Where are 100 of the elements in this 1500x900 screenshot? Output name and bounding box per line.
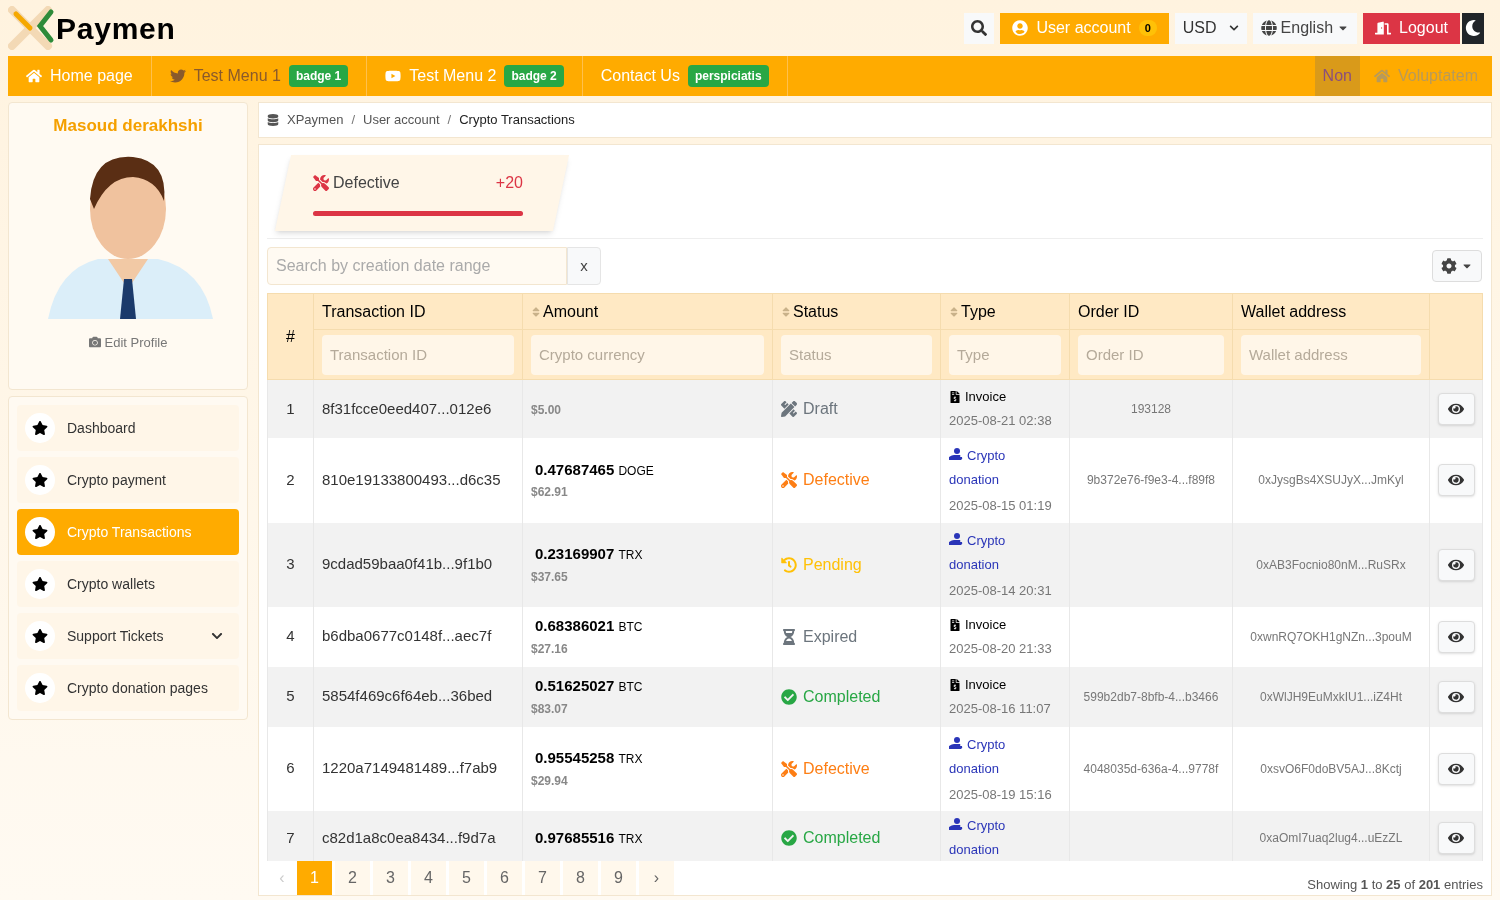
eye-icon xyxy=(1448,830,1464,846)
clear-button[interactable]: x xyxy=(567,247,601,285)
currency-select[interactable]: USD xyxy=(1174,12,1247,44)
table-cell: 0xWlJH9EuMxkIU1...iZ4Ht xyxy=(1260,689,1402,704)
table-cell: 0xJysgBs4XSUJyX...JmKyl xyxy=(1258,473,1404,487)
user-account-button[interactable]: User account 0 xyxy=(1000,12,1169,44)
door-icon xyxy=(1375,20,1392,36)
nav-link[interactable]: Contact Us perspiciatis xyxy=(582,56,788,96)
column-header: Transaction ID xyxy=(313,293,523,330)
breadcrumb-current: Crypto Transactions xyxy=(459,111,575,130)
date-text: 2025-08-19 15:16 xyxy=(949,785,1053,804)
filter-field[interactable]: Crypto currency xyxy=(531,334,764,375)
sidebar-item[interactable]: Crypto wallets xyxy=(17,561,239,607)
column-header[interactable]: Status xyxy=(772,293,941,330)
view-button[interactable] xyxy=(1437,392,1475,425)
column-header: # xyxy=(267,293,314,380)
sidebar-item[interactable]: Crypto payment xyxy=(17,457,239,503)
edit-profile-link[interactable]: Edit Profile xyxy=(88,332,168,352)
logout-button[interactable]: Logout xyxy=(1363,12,1460,44)
home-icon xyxy=(1373,68,1390,84)
pencil-ruler-icon xyxy=(781,400,797,417)
type-link[interactable]: Crypto donation xyxy=(949,444,1019,493)
profile-name: Masoud derakhshi xyxy=(53,115,203,137)
breadcrumb-link[interactable]: User account xyxy=(363,110,440,130)
table-cell: 1 xyxy=(267,379,314,438)
camera-icon xyxy=(88,336,101,349)
search-icon xyxy=(971,20,988,36)
breadcrumb-link[interactable]: XPaymen xyxy=(287,110,344,130)
globe-icon xyxy=(1260,20,1277,36)
date-text: 2025-08-14 20:31 xyxy=(949,581,1053,600)
table-cell: 0xsvO6F0doBV5AJ...8Kctj xyxy=(1260,761,1402,776)
table-cell: 2 xyxy=(267,437,314,523)
table-cell: 0xaOmI7uaq2lug4...uEzZL xyxy=(1259,831,1403,845)
view-button[interactable] xyxy=(1437,548,1475,581)
page-link[interactable]: 2 xyxy=(335,861,370,895)
crypto-amount: 0.97685516 xyxy=(535,828,615,846)
table-cell: 599b2db7-8bfb-4...b3466 xyxy=(1083,689,1219,704)
column-header[interactable]: Type xyxy=(940,293,1070,330)
filter-field[interactable]: Transaction ID xyxy=(322,334,514,375)
usd-amount: $62.91 xyxy=(531,484,569,502)
gear-icon xyxy=(1441,258,1457,274)
table-cell: 5854f469c6f64eb...36bed xyxy=(313,666,523,727)
page-link[interactable]: 3 xyxy=(373,861,408,895)
hourglass-icon xyxy=(781,628,797,645)
nav-link[interactable]: Test Menu 2 badge 2 xyxy=(367,56,583,96)
next-page-link[interactable]: › xyxy=(639,861,674,895)
currency-code: BTC xyxy=(618,680,643,695)
nav-badge: perspiciatis xyxy=(687,65,769,87)
search-button[interactable] xyxy=(964,12,995,44)
type-link[interactable]: Crypto donation xyxy=(949,528,1019,577)
language-dropdown[interactable]: English xyxy=(1252,12,1358,44)
user-icon xyxy=(1012,20,1029,36)
filter-field[interactable]: Type xyxy=(949,334,1061,375)
page-link[interactable]: 9 xyxy=(601,861,636,895)
page-link[interactable]: 8 xyxy=(563,861,598,895)
view-button[interactable] xyxy=(1437,822,1475,854)
page-link[interactable]: 5 xyxy=(449,861,484,895)
invoice-icon xyxy=(949,618,961,631)
usd-amount: $83.07 xyxy=(531,700,569,718)
page-link[interactable]: 4 xyxy=(411,861,446,895)
view-button[interactable] xyxy=(1437,464,1475,496)
date-range-field[interactable]: Search by creation date range xyxy=(267,247,567,285)
person-hand-icon xyxy=(949,448,963,462)
status-label: Draft xyxy=(781,396,932,421)
type-link[interactable]: Crypto donation xyxy=(949,814,1019,861)
status-label: Completed xyxy=(781,826,932,850)
nav-badge: badge 1 xyxy=(288,65,349,87)
view-button[interactable] xyxy=(1437,620,1475,653)
tools-icon xyxy=(781,472,797,488)
sidebar-item[interactable]: Dashboard xyxy=(17,405,239,451)
sort-icon xyxy=(531,305,541,318)
table-cell: b6dba0677c0148f...aec7f xyxy=(313,606,523,667)
table-cell: 9cdad59baa0f41b...9f1b0 xyxy=(313,522,523,607)
sidebar-item[interactable]: Crypto donation pages xyxy=(17,665,239,711)
usd-amount: $27.16 xyxy=(531,640,569,658)
type-label: Invoice xyxy=(949,387,1061,407)
view-button[interactable] xyxy=(1437,680,1475,713)
page-link[interactable]: 7 xyxy=(525,861,560,895)
dark-mode-button[interactable] xyxy=(1462,12,1484,44)
view-button[interactable] xyxy=(1437,752,1475,785)
eye-icon xyxy=(1448,472,1464,488)
person-hand-icon xyxy=(949,818,963,831)
type-label: Invoice xyxy=(949,675,1061,695)
table-cell: 5 xyxy=(267,666,314,727)
status-label: Defective xyxy=(781,756,932,781)
usd-amount: $37.65 xyxy=(531,568,569,586)
usd-amount: $5.00 xyxy=(531,401,563,419)
page-link[interactable]: 6 xyxy=(487,861,522,895)
filter-field[interactable]: Wallet address xyxy=(1241,334,1421,375)
settings-button[interactable] xyxy=(1432,250,1482,282)
sidebar-item[interactable]: Support Tickets xyxy=(17,613,239,659)
crypto-amount: 0.68386021 xyxy=(535,617,615,635)
brand-name: Paymen xyxy=(56,10,176,47)
column-header[interactable]: Amount xyxy=(522,293,773,330)
type-link[interactable]: Crypto donation xyxy=(949,732,1019,781)
filter-field[interactable]: Order ID xyxy=(1078,334,1224,375)
status-label: Defective xyxy=(781,468,932,492)
person-hand-icon xyxy=(949,532,963,546)
filter-field[interactable]: Status xyxy=(781,334,932,375)
currency-code: TRX xyxy=(618,831,643,846)
